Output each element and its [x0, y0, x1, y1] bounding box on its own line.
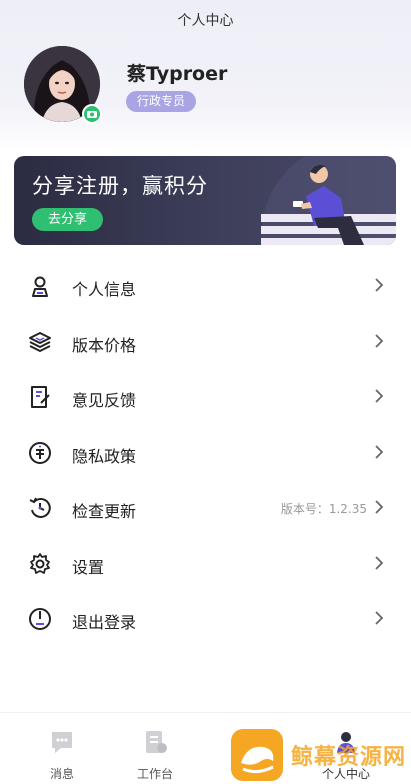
tab-label: 消息: [49, 767, 74, 781]
chevron-right-icon: [375, 444, 384, 459]
chevron-right-icon: [375, 500, 384, 514]
menu-label: 设置: [72, 557, 105, 577]
tab-messages[interactable]: 消息: [22, 713, 102, 784]
layers-icon: [29, 331, 51, 352]
feedback-doc-icon: [31, 386, 50, 408]
menu-label: 隐私政策: [72, 446, 137, 466]
menu-item-settings[interactable]: 设置: [0, 536, 411, 592]
menu-item-personal-info[interactable]: 个人信息: [0, 258, 411, 314]
tab-label: 工作台: [136, 767, 173, 781]
tab-workbench[interactable]: 工作台: [115, 713, 195, 784]
settings-menu: 个人信息 版本价格 意见反馈 隐私政策 检查更新 版本号：1.2.35 设置 退…: [0, 258, 411, 647]
share-banner[interactable]: 分享注册，赢积分 去分享: [14, 156, 396, 245]
gear-icon: [30, 552, 50, 574]
role-badge: 行政专员: [126, 91, 197, 112]
menu-item-feedback[interactable]: 意见反馈: [0, 369, 411, 425]
message-icon: [52, 732, 72, 753]
privacy-shield-icon: [29, 441, 51, 464]
chevron-right-icon: [375, 611, 384, 625]
menu-item-logout[interactable]: 退出登录: [0, 591, 411, 647]
menu-item-check-update[interactable]: 检查更新 版本号：1.2.35: [0, 480, 411, 536]
camera-icon[interactable]: [82, 104, 102, 124]
banner-title: 分享注册，赢积分: [32, 174, 208, 198]
share-button[interactable]: 去分享: [32, 208, 104, 231]
menu-label: 退出登录: [72, 613, 137, 632]
chevron-right-icon: [375, 278, 384, 292]
person-id-icon: [32, 276, 48, 297]
version-number: 版本号：1.2.35: [280, 502, 367, 516]
menu-label: 版本价格: [72, 335, 137, 355]
page-title: 个人中心: [177, 13, 234, 29]
menu-label: 检查更新: [72, 502, 137, 521]
workbench-icon: [146, 731, 167, 753]
banner-illustration: [261, 156, 396, 245]
watermark: 鲸幕资源网: [229, 727, 411, 784]
menu-item-privacy[interactable]: 隐私政策: [0, 425, 411, 481]
chevron-right-icon: [375, 555, 384, 570]
clock-update-icon: [29, 497, 51, 518]
chevron-right-icon: [375, 389, 384, 403]
chevron-right-icon: [375, 333, 384, 348]
menu-label: 意见反馈: [72, 391, 137, 410]
menu-label: 个人信息: [72, 280, 137, 299]
power-icon: [29, 608, 51, 630]
menu-item-pricing[interactable]: 版本价格: [0, 314, 411, 370]
user-name: 蔡Typroer: [127, 63, 228, 85]
watermark-text: 鲸幕资源网: [291, 745, 407, 770]
